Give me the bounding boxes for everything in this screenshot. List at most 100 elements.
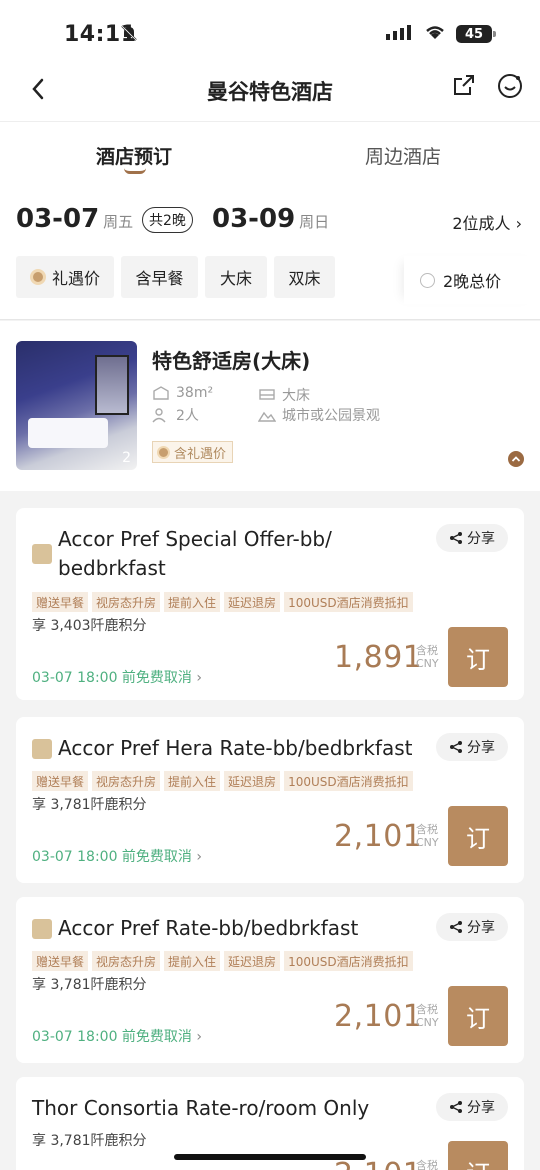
rate-title: Thor Consortia Rate-ro/room Only: [32, 1096, 370, 1120]
benefit-tag: 视房态升房: [92, 771, 161, 791]
guest-selector[interactable]: 2位成人 ›: [452, 210, 522, 234]
price: 1,891: [334, 640, 423, 675]
benefit-tag: 100USD酒店消费抵扣: [284, 592, 413, 612]
checkin-date[interactable]: 03-07 周五: [16, 204, 133, 234]
benefit-tags: 赠送早餐 视房态升房 提前入住 延迟退房 100USD酒店消费抵扣: [32, 592, 413, 612]
gift-rate-tag: 含礼遇价: [152, 441, 234, 463]
benefit-tag: 赠送早餐: [32, 951, 89, 971]
free-cancel-link[interactable]: 03-07 18:00 前免费取消 ›: [32, 846, 202, 866]
benefit-tag: 提前入住: [164, 951, 221, 971]
filter-chip-gift-rate[interactable]: 礼遇价: [16, 256, 114, 298]
collapse-chevron-icon[interactable]: [508, 451, 524, 467]
accor-logo-icon: [32, 739, 52, 759]
points-text: 享 3,781阡鹿积分: [32, 1133, 147, 1149]
benefit-tags: 赠送早餐 视房态升房 提前入住 延迟退房 100USD酒店消费抵扣: [32, 771, 413, 791]
benefit-tag: 延迟退房: [224, 771, 281, 791]
photo-count: 2: [122, 450, 131, 466]
room-name: 特色舒适房(大床): [152, 349, 311, 373]
share-icon: [450, 1101, 462, 1113]
view-icon: [258, 411, 276, 422]
gift-rate-icon: [29, 269, 46, 285]
room-occupancy: 2人: [152, 405, 199, 425]
free-cancel-link[interactable]: 03-07 18:00 前免费取消 ›: [32, 1026, 202, 1046]
date-selector[interactable]: 03-07 周五 共2晚 03-09 周日 2位成人 ›: [0, 188, 540, 248]
tax-note: 含税 CNY: [416, 1003, 439, 1029]
book-button[interactable]: 订: [448, 986, 508, 1046]
benefit-tag: 提前入住: [164, 771, 221, 791]
wifi-icon: [424, 24, 446, 44]
chevron-right-icon: ›: [196, 1029, 202, 1045]
checkin-weekday: 周五: [103, 213, 134, 231]
tax-note: 含税: [416, 1159, 438, 1170]
benefit-tag: 赠送早餐: [32, 592, 89, 612]
filter-chip-twin-bed[interactable]: 双床: [274, 256, 335, 298]
share-icon: [450, 921, 462, 933]
points-text: 享 3,781阡鹿积分: [32, 797, 147, 813]
benefit-tags: 赠送早餐 视房态升房 提前入住 延迟退房 100USD酒店消费抵扣: [32, 951, 413, 971]
share-button[interactable]: 分享: [436, 733, 508, 761]
accor-logo-icon: [32, 919, 52, 939]
room-bed: 大床: [258, 385, 310, 405]
points-text: 享 3,403阡鹿积分: [32, 618, 147, 634]
rate-title: Accor Pref Rate-bb/bedbrkfast: [58, 916, 359, 940]
benefit-tag: 100USD酒店消费抵扣: [284, 771, 413, 791]
filter-chip-breakfast[interactable]: 含早餐: [121, 256, 198, 298]
nav-bar: 曼谷特色酒店: [0, 64, 540, 122]
book-button[interactable]: 订: [448, 806, 508, 866]
gift-rate-icon: [157, 445, 170, 459]
share-button[interactable]: 分享: [436, 524, 508, 552]
chevron-right-icon: ›: [515, 214, 522, 233]
battery-icon: 45: [456, 25, 496, 43]
benefit-tag: 提前入住: [164, 592, 221, 612]
room-photo[interactable]: 2: [16, 341, 137, 470]
filter-bar: 礼遇价 含早餐 大床 双床 2晚总价: [0, 248, 540, 320]
share-icon: [450, 532, 462, 544]
accor-logo-icon: [32, 544, 52, 564]
book-button[interactable]: 订: [448, 627, 508, 687]
tax-note: 含税 CNY: [416, 823, 439, 849]
tab-bar: 酒店预订 周边酒店: [0, 122, 540, 188]
home-indicator[interactable]: [174, 1154, 366, 1160]
room-card[interactable]: 2 特色舒适房(大床) 38m² 大床 2人 城市或公园景观 含礼遇价: [0, 321, 540, 491]
tab-hotel-booking[interactable]: 酒店预订: [96, 142, 172, 169]
share-button[interactable]: 分享: [436, 1093, 508, 1121]
book-button[interactable]: 订: [448, 1141, 508, 1170]
bed-icon: [259, 389, 275, 400]
benefit-tag: 视房态升房: [92, 592, 161, 612]
price: 2,101: [334, 819, 423, 854]
customer-service-icon[interactable]: [496, 72, 524, 104]
signal-icon: [386, 24, 414, 44]
rate-title: Accor Pref Special Offer-bb/bedbrkfast: [58, 527, 332, 580]
filter-chip-king-bed[interactable]: 大床: [205, 256, 267, 298]
points-text: 享 3,781阡鹿积分: [32, 977, 147, 993]
people-icon: [152, 408, 166, 423]
share-icon: [450, 741, 462, 753]
benefit-tag: 赠送早餐: [32, 771, 89, 791]
nights-badge: 共2晚: [142, 207, 193, 233]
total-price-toggle[interactable]: 2晚总价: [404, 256, 540, 304]
share-button[interactable]: 分享: [436, 913, 508, 941]
rate-title: Accor Pref Hera Rate-bb/bedbrkfast: [58, 736, 413, 760]
rate-card[interactable]: Accor Pref Special Offer-bb/bedbrkfast 分…: [16, 508, 524, 700]
benefit-tag: 延迟退房: [224, 951, 281, 971]
tab-nearby-hotels[interactable]: 周边酒店: [365, 142, 441, 169]
benefit-tag: 100USD酒店消费抵扣: [284, 951, 413, 971]
share-icon[interactable]: [450, 72, 478, 104]
benefit-tag: 延迟退房: [224, 592, 281, 612]
price: 2,101: [334, 999, 423, 1034]
active-tab-indicator: [124, 168, 146, 174]
room-view: 城市或公园景观: [258, 405, 380, 425]
chevron-right-icon: ›: [196, 670, 202, 686]
chevron-right-icon: ›: [196, 849, 202, 865]
checkout-date[interactable]: 03-09 周日: [212, 204, 329, 234]
area-icon: [153, 386, 169, 400]
rate-card[interactable]: Accor Pref Rate-bb/bedbrkfast 分享 赠送早餐 视房…: [16, 897, 524, 1063]
benefit-tag: 视房态升房: [92, 951, 161, 971]
mute-bell-icon: [120, 24, 138, 46]
rate-card[interactable]: Accor Pref Hera Rate-bb/bedbrkfast 分享 赠送…: [16, 717, 524, 883]
status-bar: 14:11 45: [0, 0, 540, 64]
free-cancel-link[interactable]: 03-07 18:00 前免费取消 ›: [32, 667, 202, 687]
radio-icon[interactable]: [420, 272, 435, 288]
tax-note: 含税 CNY: [416, 644, 439, 670]
room-area: 38m²: [152, 385, 213, 401]
